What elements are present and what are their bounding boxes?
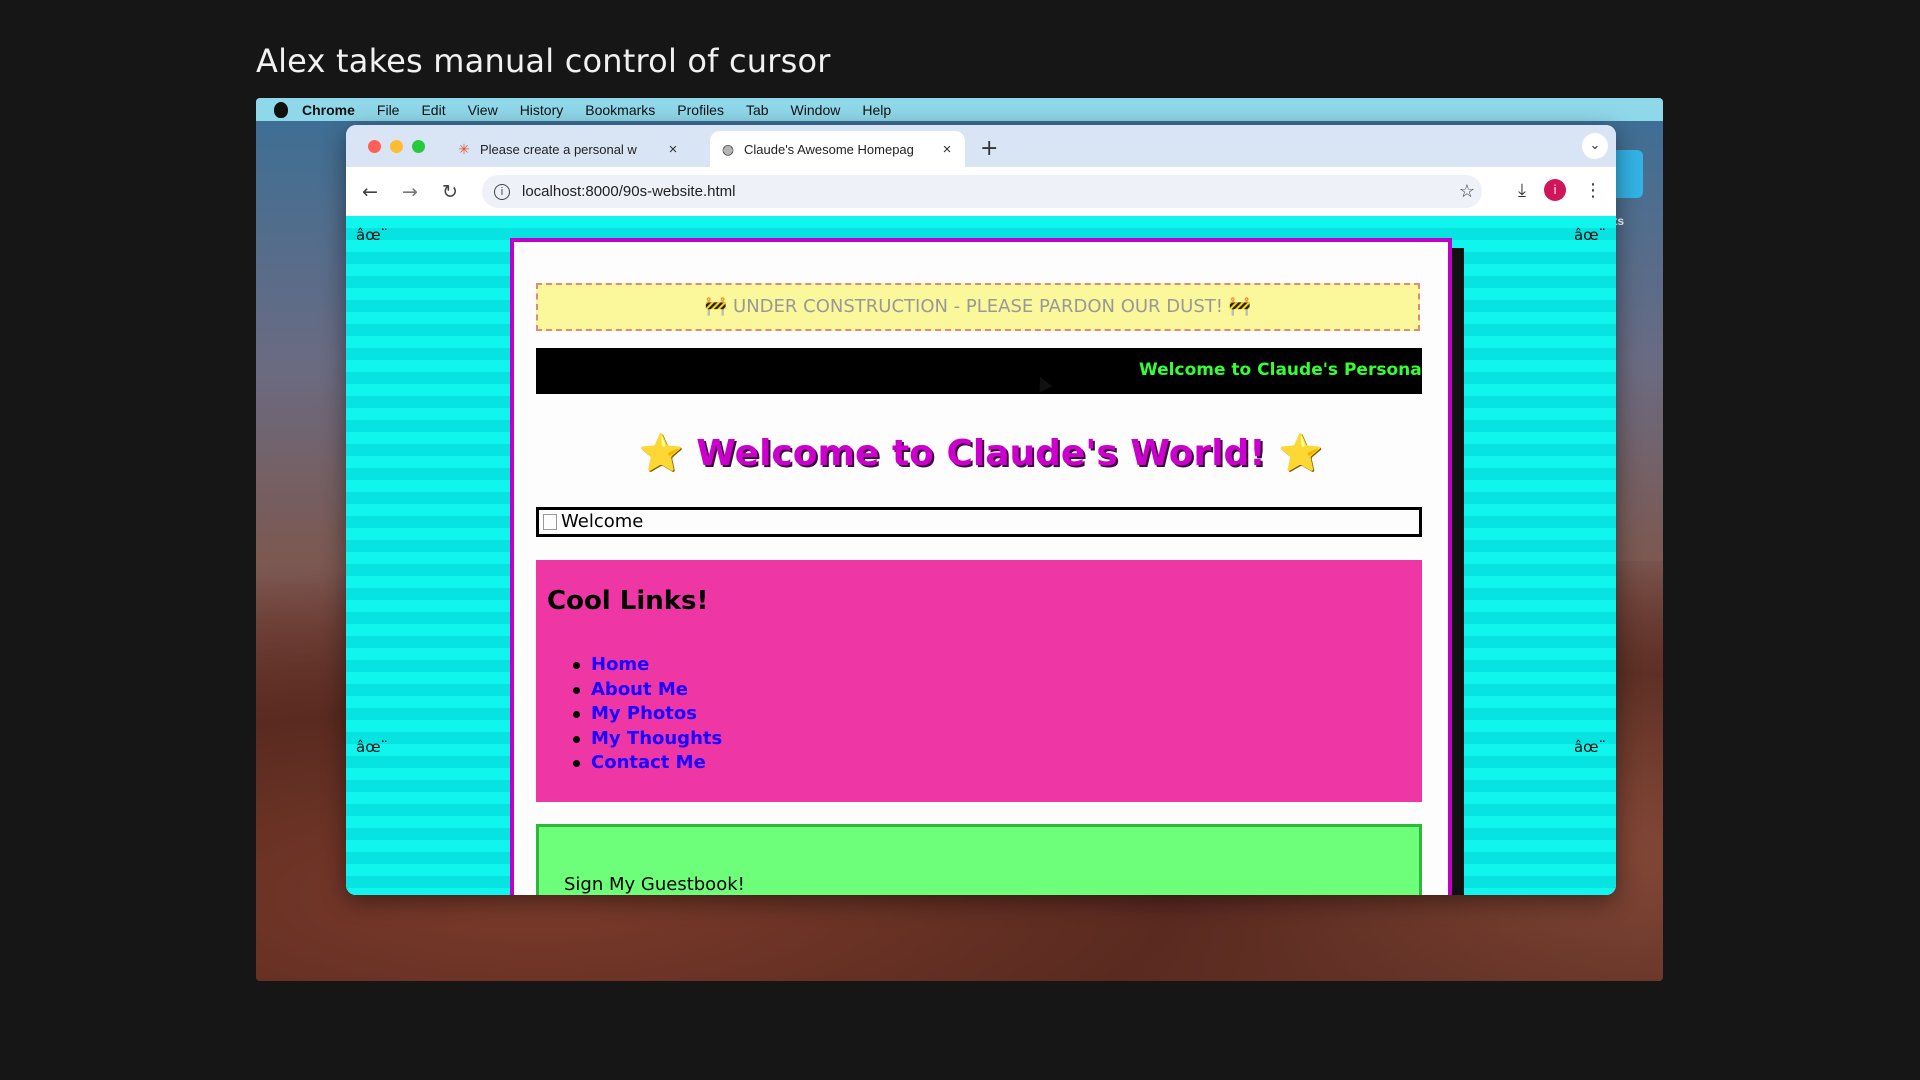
browser-toolbar: ← → ↻ i localhost:8000/90s-website.html …	[346, 167, 1616, 216]
menu-view[interactable]: View	[468, 102, 498, 118]
welcome-alt-text: Welcome	[561, 511, 644, 532]
mac-menubar: Chrome File Edit View History Bookmarks …	[256, 98, 1663, 121]
bookmark-star-icon[interactable]: ☆	[1452, 181, 1482, 202]
link-home[interactable]: Home	[573, 654, 722, 679]
tab-homepage[interactable]: ◍ Claude's Awesome Homepag ×	[710, 131, 965, 167]
menu-profiles[interactable]: Profiles	[677, 102, 724, 118]
menu-chrome[interactable]: Chrome	[302, 102, 355, 118]
corner-sparkle: âœ¨	[1573, 738, 1606, 756]
url-text[interactable]: localhost:8000/90s-website.html	[522, 183, 1452, 200]
menu-edit[interactable]: Edit	[421, 102, 445, 118]
tab-close-icon[interactable]: ×	[663, 141, 683, 158]
menu-help[interactable]: Help	[862, 102, 891, 118]
link-contact-me[interactable]: Contact Me	[573, 752, 722, 777]
forward-arrow-icon[interactable]: →	[390, 181, 430, 203]
page-title: ⭐ Welcome to Claude's World! ⭐	[514, 432, 1448, 474]
link-my-photos[interactable]: My Photos	[573, 703, 722, 728]
links-list: Home About Me My Photos My Thoughts Cont…	[573, 654, 722, 777]
new-tab-button[interactable]: +	[980, 136, 998, 161]
page-viewport: âœ¨ âœ¨ âœ¨ âœ¨ 🚧 UNDER CONSTRUCTION - P…	[346, 216, 1616, 895]
cool-links-heading: Cool Links!	[547, 586, 709, 616]
tab-close-icon[interactable]: ×	[937, 141, 957, 158]
menu-history[interactable]: History	[520, 102, 564, 118]
globe-icon: ◍	[721, 140, 735, 157]
menu-file[interactable]: File	[377, 102, 400, 118]
tab-claude-chat[interactable]: ✳ Please create a personal w ×	[446, 131, 691, 167]
guestbook-section: Sign My Guestbook!	[536, 824, 1422, 895]
claude-asterisk-icon: ✳	[458, 140, 470, 157]
window-controls	[368, 140, 425, 153]
corner-sparkle: âœ¨	[356, 226, 389, 244]
minimize-window-button[interactable]	[390, 140, 403, 153]
mac-desktop: Chrome File Edit View History Bookmarks …	[256, 98, 1663, 981]
zoom-window-button[interactable]	[412, 140, 425, 153]
page-container: 🚧 UNDER CONSTRUCTION - PLEASE PARDON OUR…	[510, 238, 1452, 895]
guestbook-heading: Sign My Guestbook!	[564, 874, 745, 895]
corner-sparkle: âœ¨	[356, 738, 389, 756]
corner-sparkle: âœ¨	[1573, 226, 1606, 244]
marquee-text: Welcome to Claude's Personal Hon	[1139, 360, 1422, 380]
tab-title: Please create a personal w	[480, 141, 637, 157]
profile-avatar[interactable]: i	[1544, 179, 1566, 201]
tab-search-chevron-icon[interactable]: ⌄	[1582, 133, 1608, 159]
star-icon: ⭐	[638, 433, 684, 474]
welcome-image-broken: Welcome	[536, 507, 1422, 537]
welcome-marquee: Welcome to Claude's Personal Hon	[536, 348, 1422, 394]
more-menu-icon[interactable]: ⋮	[1584, 180, 1602, 201]
site-info-icon[interactable]: i	[494, 183, 510, 200]
star-icon: ⭐	[1278, 433, 1324, 474]
link-about-me[interactable]: About Me	[573, 679, 722, 704]
reload-icon[interactable]: ↻	[430, 181, 470, 203]
video-caption: Alex takes manual control of cursor	[256, 42, 831, 80]
back-arrow-icon[interactable]: ←	[350, 181, 390, 203]
toolbar-actions: ⤓ i ⋮	[1518, 179, 1602, 201]
under-construction-banner: 🚧 UNDER CONSTRUCTION - PLEASE PARDON OUR…	[536, 283, 1420, 331]
menu-window[interactable]: Window	[791, 102, 841, 118]
broken-image-icon	[543, 514, 557, 530]
menu-bookmarks[interactable]: Bookmarks	[585, 102, 655, 118]
apple-menu-icon[interactable]	[274, 101, 288, 118]
download-icon[interactable]: ⤓	[1518, 180, 1526, 201]
close-window-button[interactable]	[368, 140, 381, 153]
link-my-thoughts[interactable]: My Thoughts	[573, 728, 722, 753]
page-title-text: Welcome to Claude's World!	[696, 433, 1266, 474]
menu-tab[interactable]: Tab	[746, 102, 769, 118]
tab-title: Claude's Awesome Homepag	[744, 141, 914, 157]
tab-strip: ✳ Please create a personal w × ◍ Claude'…	[346, 125, 1616, 167]
cool-links-section: Cool Links! Home About Me My Photos My T…	[536, 560, 1422, 802]
chrome-window: ✳ Please create a personal w × ◍ Claude'…	[346, 125, 1616, 895]
address-bar[interactable]: i localhost:8000/90s-website.html ☆	[482, 175, 1482, 208]
